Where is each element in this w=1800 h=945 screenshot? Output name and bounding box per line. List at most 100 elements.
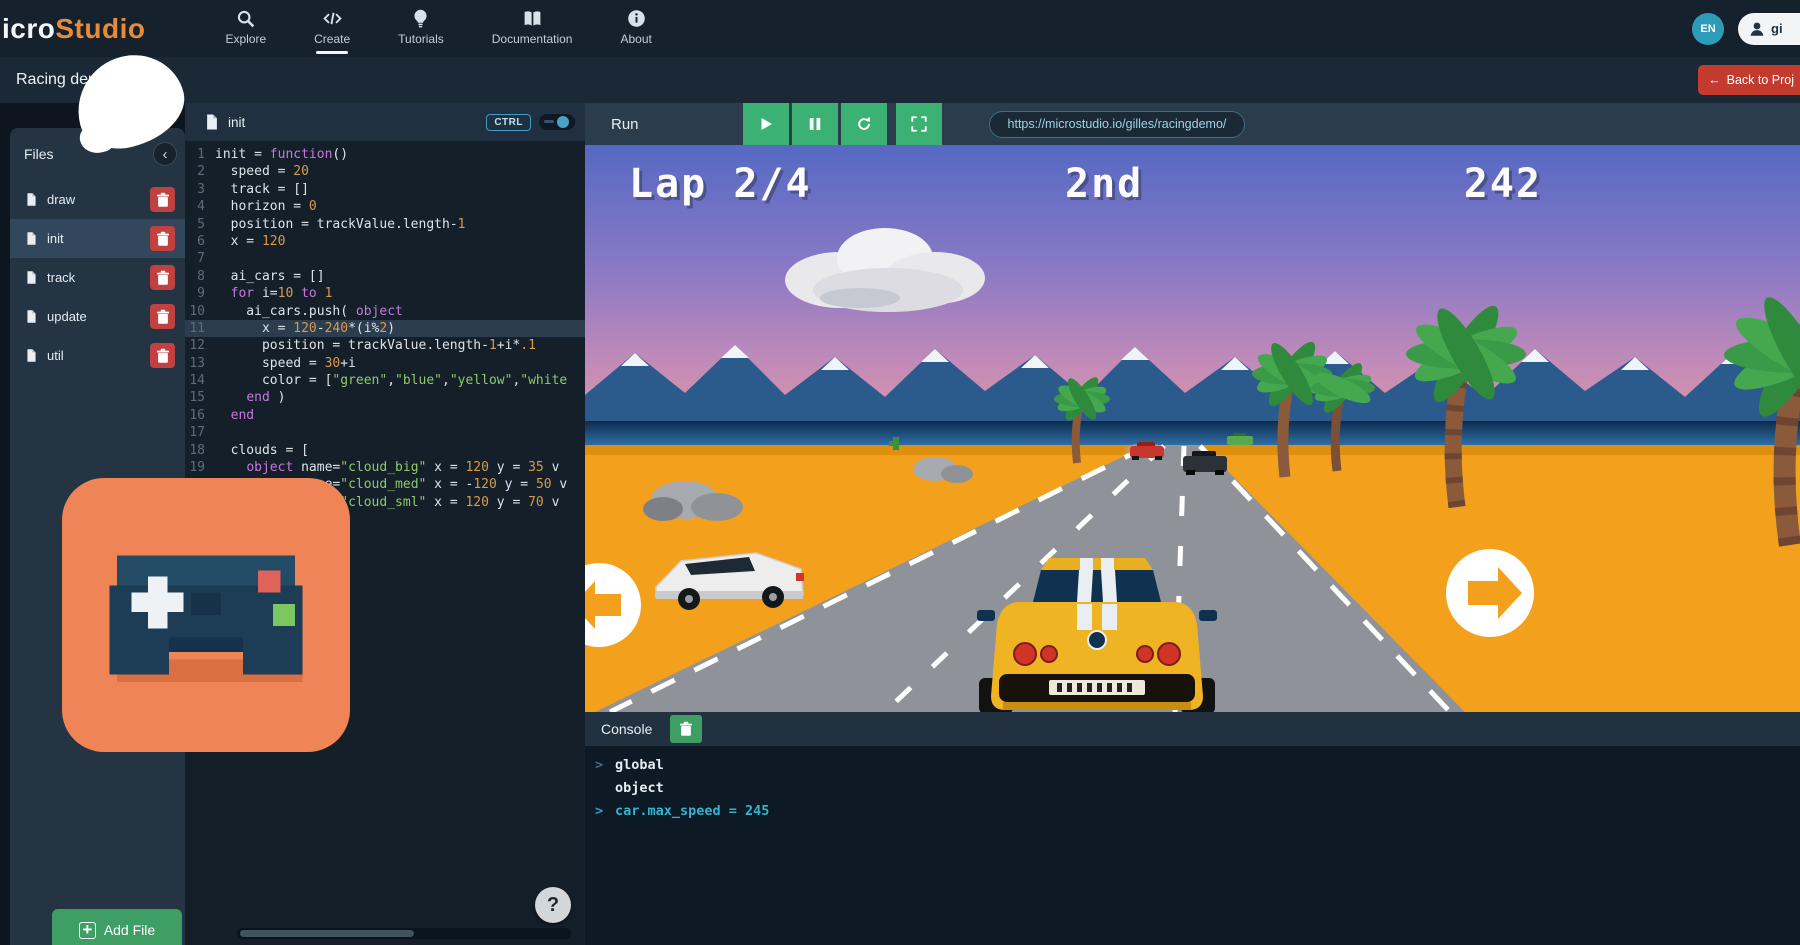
line-number: 2 xyxy=(185,163,215,180)
code-line: 15 end ) xyxy=(185,389,585,406)
line-number: 4 xyxy=(185,198,215,215)
file-icon xyxy=(24,192,39,207)
line-number: 16 xyxy=(185,407,215,424)
code-line: 13 speed = 30+i xyxy=(185,355,585,372)
nav-item-label: About xyxy=(620,32,651,46)
trash-icon xyxy=(677,720,695,738)
editor-toggle-switch[interactable] xyxy=(539,114,575,130)
collapse-sidebar-button[interactable]: ‹ xyxy=(153,142,177,166)
code-line: 2 speed = 20 xyxy=(185,163,585,180)
console-prompt-icon: > xyxy=(595,754,615,777)
console-lines[interactable]: >globalobject>car.max_speed = 245 xyxy=(585,746,1800,945)
back-to-projects-button[interactable]: ← Back to Proj xyxy=(1698,65,1800,95)
file-row-util[interactable]: util xyxy=(10,336,185,375)
nav-item-about[interactable]: About xyxy=(618,4,653,54)
touch-arrow-right xyxy=(1446,549,1534,637)
file-icon xyxy=(24,231,39,246)
topnav-items: Explore Create Tutorials Documentation About xyxy=(223,4,653,54)
reload-button[interactable] xyxy=(841,103,887,145)
file-list: drawinittrackupdateutil xyxy=(10,180,185,375)
app-logo[interactable]: icroStudio xyxy=(2,13,145,45)
nav-item-tutorials[interactable]: Tutorials xyxy=(396,4,446,54)
editor-tab-init[interactable]: init xyxy=(195,109,253,135)
line-number: 17 xyxy=(185,424,215,441)
code-text: track = [] xyxy=(215,181,309,198)
code-line: 4 horizon = 0 xyxy=(185,198,585,215)
code-text: position = trackValue.length-1 xyxy=(215,216,465,233)
user-menu-button[interactable]: gi xyxy=(1738,13,1800,45)
console-text: global xyxy=(615,754,664,777)
scrollbar-thumb[interactable] xyxy=(240,930,414,937)
game-scene xyxy=(585,145,1800,712)
help-button[interactable]: ? xyxy=(535,887,571,923)
nav-item-label: Explore xyxy=(225,32,266,46)
add-file-button[interactable]: + Add File xyxy=(52,909,182,945)
project-bar: Racing demo ← Back to Proj xyxy=(0,57,1800,103)
line-number: 8 xyxy=(185,268,215,285)
ctrl-shortcut-badge[interactable]: CTRL xyxy=(486,114,531,131)
code-icon xyxy=(322,8,343,29)
trash-icon xyxy=(154,308,172,326)
file-icon xyxy=(24,348,39,363)
back-arrow-icon: ← xyxy=(1708,73,1721,87)
editor-horizontal-scrollbar[interactable] xyxy=(237,928,571,939)
fullscreen-button[interactable] xyxy=(896,103,942,145)
line-number: 1 xyxy=(185,146,215,163)
nav-item-documentation[interactable]: Documentation xyxy=(490,4,575,54)
line-number: 6 xyxy=(185,233,215,250)
play-button[interactable] xyxy=(743,103,789,145)
line-number: 3 xyxy=(185,181,215,198)
code-text: speed = 30+i xyxy=(215,355,356,372)
file-icon xyxy=(203,113,221,131)
plus-icon: + xyxy=(79,922,96,939)
language-badge[interactable]: EN xyxy=(1692,13,1724,45)
hud-position: 2nd xyxy=(1065,161,1143,207)
delete-file-button[interactable] xyxy=(150,343,175,368)
delete-file-button[interactable] xyxy=(150,226,175,251)
line-number: 11 xyxy=(185,320,215,337)
code-line: 19 object name="cloud_big" x = 120 y = 3… xyxy=(185,459,585,476)
info-icon xyxy=(626,8,647,29)
console-text: car.max_speed = 245 xyxy=(615,800,769,823)
nav-item-label: Tutorials xyxy=(398,32,444,46)
code-line: 12 position = trackValue.length-1+i*.1 xyxy=(185,337,585,354)
search-icon xyxy=(235,8,256,29)
delete-file-button[interactable] xyxy=(150,265,175,290)
delete-file-button[interactable] xyxy=(150,187,175,212)
nav-item-explore[interactable]: Explore xyxy=(223,4,268,54)
user-icon xyxy=(1748,20,1766,38)
console-panel: Console >globalobject>car.max_speed = 24… xyxy=(585,712,1800,945)
delete-file-button[interactable] xyxy=(150,304,175,329)
code-line: 3 track = [] xyxy=(185,181,585,198)
code-text: x = 120-240*(i%2) xyxy=(215,320,395,337)
hud-lap-counter: Lap 2/4 xyxy=(629,161,812,207)
line-number: 5 xyxy=(185,216,215,233)
file-row-update[interactable]: update xyxy=(10,297,185,336)
console-title: Console xyxy=(601,721,652,737)
pause-button[interactable] xyxy=(792,103,838,145)
nav-item-create[interactable]: Create xyxy=(312,4,352,54)
editor-tab-bar: init CTRL xyxy=(185,103,585,141)
code-text: end ) xyxy=(215,389,285,406)
file-row-init[interactable]: init xyxy=(10,219,185,258)
code-line: 1init = function() xyxy=(185,146,585,163)
line-number: 7 xyxy=(185,250,215,267)
game-url-pill[interactable]: https://microstudio.io/gilles/racingdemo… xyxy=(989,111,1246,138)
line-number: 18 xyxy=(185,442,215,459)
topnav-right: EN gi xyxy=(1692,13,1800,45)
console-line: object xyxy=(595,777,1800,800)
trash-icon xyxy=(154,347,172,365)
file-row-draw[interactable]: draw xyxy=(10,180,185,219)
code-line: 7 xyxy=(185,250,585,267)
trash-icon xyxy=(154,269,172,287)
clear-console-button[interactable] xyxy=(670,715,702,743)
game-viewport[interactable]: Lap 2/4 2nd 242 xyxy=(585,145,1800,712)
run-panel: Run https://microstudio.io/gilles/racing… xyxy=(585,103,1800,945)
line-number: 15 xyxy=(185,389,215,406)
gamepad-icon xyxy=(87,511,325,719)
project-gamepad-icon xyxy=(62,478,350,752)
code-line: 10 ai_cars.push( object xyxy=(185,303,585,320)
file-row-track[interactable]: track xyxy=(10,258,185,297)
code-text: init = function() xyxy=(215,146,348,163)
console-line: >car.max_speed = 245 xyxy=(595,800,1800,823)
